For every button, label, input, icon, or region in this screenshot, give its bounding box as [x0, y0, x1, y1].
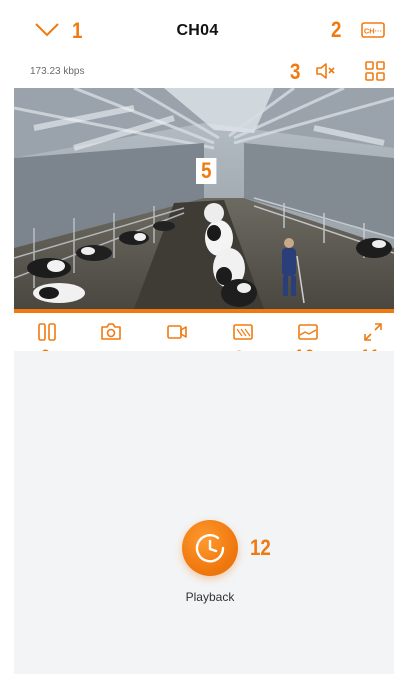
snapshot-button[interactable] [100, 321, 122, 343]
annotation-12: 12 [250, 535, 271, 560]
grid-layout-icon [365, 61, 385, 81]
stream-mode-button[interactable] [297, 321, 319, 343]
clock-icon [195, 534, 225, 563]
layout-grid-button[interactable] [364, 60, 386, 82]
camera-icon [101, 323, 121, 340]
image-quality-button[interactable] [232, 321, 254, 343]
playback-button[interactable] [182, 520, 238, 576]
record-button[interactable] [166, 321, 188, 343]
speaker-muted-icon [316, 63, 335, 79]
stream-mode-icon [298, 324, 318, 340]
channel-switch-icon: CH··· [361, 22, 385, 38]
pause-button[interactable] [36, 321, 58, 343]
record-video-icon [167, 325, 187, 339]
annotation-1: 1 [72, 18, 83, 43]
fullscreen-button[interactable] [362, 321, 384, 343]
annotation-5: 5 [196, 158, 217, 184]
playback-panel [14, 351, 394, 674]
annotation-2: 2 [331, 17, 342, 42]
image-quality-icon [233, 324, 253, 340]
playback-label: Playback [185, 590, 235, 604]
svg-text:CH···: CH··· [364, 27, 382, 36]
pause-icon [38, 323, 56, 341]
fullscreen-icon [364, 323, 382, 341]
bitrate-label: 173.23 kbps [30, 66, 85, 77]
barn-video-image [14, 88, 394, 309]
channel-switch-button[interactable]: CH··· [361, 22, 385, 38]
annotation-3: 3 [290, 59, 301, 84]
video-toolbar [14, 313, 394, 351]
live-video-feed[interactable] [14, 88, 394, 309]
audio-toggle-button[interactable] [314, 61, 336, 81]
